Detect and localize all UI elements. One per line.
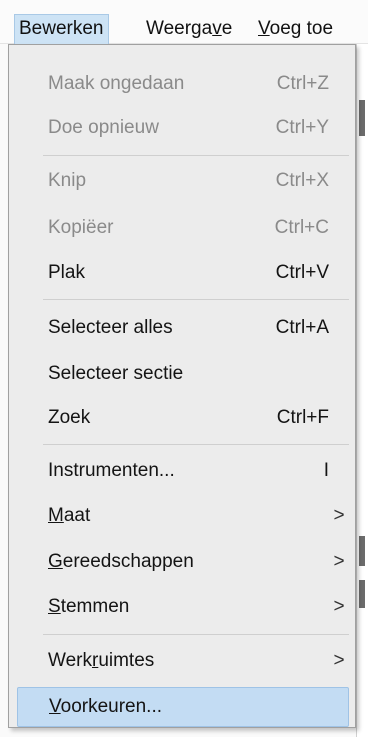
menu-item-label-pre: Werk bbox=[48, 650, 92, 671]
menu-item-label-post: ereedschappen bbox=[62, 551, 194, 572]
menu-item-shortcut: I bbox=[323, 460, 329, 481]
menu-item-shortcut: Ctrl+Z bbox=[276, 73, 329, 94]
menu-item-shortcut: Ctrl+F bbox=[276, 407, 329, 428]
chevron-right-icon: > bbox=[333, 650, 345, 671]
menu-item-label: Maat bbox=[48, 496, 90, 536]
edit-dropdown-menu: Maak ongedaan Ctrl+Z Doe opnieuw Ctrl+Y … bbox=[8, 44, 356, 728]
menu-item-label: Doe opnieuw bbox=[48, 117, 159, 138]
menubar-item-voeg-toe-mnemonic: V bbox=[258, 18, 270, 39]
menu-item-label: Maak ongedaan bbox=[48, 73, 185, 94]
menu-item-shortcut: Ctrl+X bbox=[275, 170, 329, 191]
chevron-right-icon: > bbox=[333, 551, 345, 572]
menu-item-preferences[interactable]: Voorkeuren... bbox=[17, 687, 349, 727]
menu-item-cut[interactable]: Knip Ctrl+X bbox=[17, 161, 349, 201]
chevron-right-icon: > bbox=[333, 596, 345, 617]
menu-item-voices[interactable]: Stemmen > bbox=[17, 587, 349, 627]
menu-item-label: Kopiëer bbox=[48, 217, 114, 238]
menu-item-label-post: temmen bbox=[60, 596, 130, 617]
menu-item-select-section[interactable]: Selecteer sectie bbox=[17, 354, 349, 394]
menu-item-undo[interactable]: Maak ongedaan Ctrl+Z bbox=[17, 64, 349, 104]
menu-item-label: Knip bbox=[48, 170, 87, 191]
menu-item-label: Zoek bbox=[48, 407, 91, 428]
menu-item-label: Selecteer alles bbox=[48, 317, 173, 338]
menu-item-workspaces[interactable]: Werkruimtes > bbox=[17, 641, 349, 681]
menu-item-label: Selecteer sectie bbox=[48, 363, 184, 384]
chevron-right-icon: > bbox=[333, 505, 345, 526]
menubar-item-weergave-label-pre: Weerga bbox=[146, 18, 213, 39]
menu-item-label-post: oorkeuren... bbox=[60, 696, 163, 717]
menu-item-mnemonic: V bbox=[49, 696, 61, 717]
menubar-item-bewerken-label: Bewerken bbox=[19, 18, 104, 39]
menu-item-shortcut: Ctrl+V bbox=[275, 262, 329, 283]
background-window-edge bbox=[356, 44, 368, 737]
menu-item-instruments[interactable]: Instrumenten... I bbox=[17, 451, 349, 491]
background-score-mark bbox=[359, 580, 365, 608]
menu-item-shortcut: Ctrl+C bbox=[274, 217, 329, 238]
menubar-item-bewerken[interactable]: Bewerken bbox=[14, 14, 109, 44]
menu-item-label: Gereedschappen bbox=[48, 542, 194, 582]
menubar-item-weergave[interactable]: Weergave bbox=[142, 14, 236, 44]
menubar-item-weergave-label-post: e bbox=[221, 18, 233, 39]
menu-item-label: Voorkeuren... bbox=[49, 688, 162, 726]
menu-item-select-all[interactable]: Selecteer alles Ctrl+A bbox=[17, 308, 349, 348]
menu-item-copy[interactable]: Kopiëer Ctrl+C bbox=[17, 208, 349, 248]
menu-item-label: Werkruimtes bbox=[48, 641, 154, 681]
menu-item-label: Stemmen bbox=[48, 587, 129, 627]
menu-item-tools[interactable]: Gereedschappen > bbox=[17, 542, 349, 582]
menu-item-paste[interactable]: Plak Ctrl+V bbox=[17, 253, 349, 293]
menu-item-label-post: uimtes bbox=[98, 650, 155, 671]
menu-separator bbox=[43, 634, 349, 635]
menu-item-shortcut: Ctrl+A bbox=[275, 317, 329, 338]
background-score-mark bbox=[359, 536, 365, 566]
menu-bar: Bewerken Weergave Voeg toe bbox=[0, 0, 368, 44]
menu-item-redo[interactable]: Doe opnieuw Ctrl+Y bbox=[17, 108, 349, 148]
menu-item-mnemonic: G bbox=[48, 551, 63, 572]
menu-separator bbox=[43, 299, 349, 300]
menu-item-mnemonic: S bbox=[48, 596, 61, 617]
menu-item-label-post: aat bbox=[63, 505, 91, 526]
menu-item-shortcut: Ctrl+Y bbox=[275, 117, 329, 138]
menu-item-measure[interactable]: Maat > bbox=[17, 496, 349, 536]
menu-item-label: Instrumenten... bbox=[48, 460, 175, 481]
menu-item-mnemonic: M bbox=[48, 505, 64, 526]
menubar-item-voeg-toe-label-post: oeg toe bbox=[269, 18, 334, 39]
menubar-item-voeg-toe[interactable]: Voeg toe bbox=[254, 14, 337, 44]
menu-item-label: Plak bbox=[48, 262, 85, 283]
background-score-mark bbox=[359, 100, 365, 136]
menubar-item-weergave-mnemonic: v bbox=[212, 18, 222, 39]
menu-item-find[interactable]: Zoek Ctrl+F bbox=[17, 398, 349, 438]
menu-separator bbox=[43, 155, 349, 156]
menu-separator bbox=[43, 444, 349, 445]
